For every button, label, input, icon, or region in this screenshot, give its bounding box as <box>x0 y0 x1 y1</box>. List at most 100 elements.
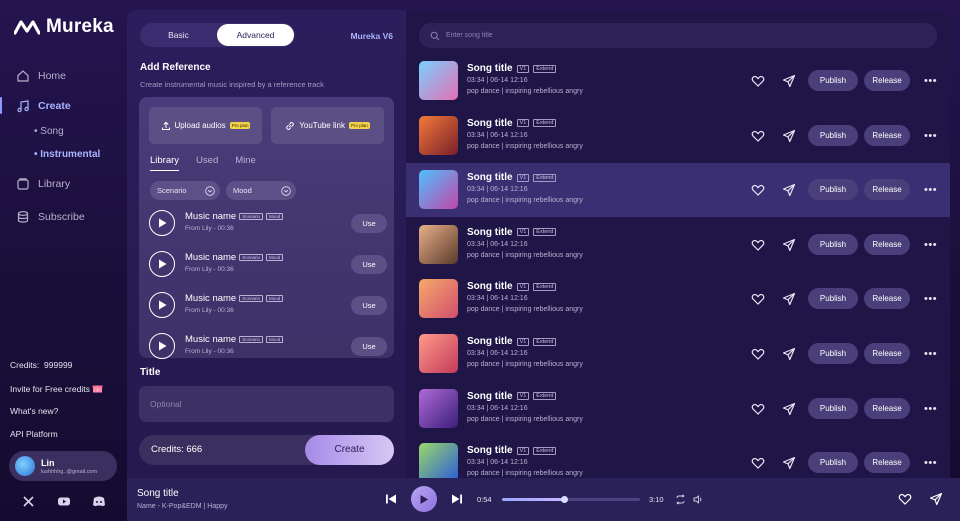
extend-badge[interactable]: Extend <box>533 64 557 73</box>
logo[interactable]: Mureka <box>14 16 114 38</box>
heart-icon[interactable] <box>898 492 912 506</box>
send-icon[interactable] <box>782 456 796 470</box>
more-icon[interactable]: ••• <box>924 403 937 415</box>
publish-button[interactable]: Publish <box>808 124 858 146</box>
sidebar-item-library[interactable]: Library <box>16 177 70 191</box>
release-button[interactable]: Release <box>864 179 910 201</box>
more-icon[interactable]: ••• <box>924 293 937 305</box>
publish-button[interactable]: Publish <box>808 452 858 474</box>
song-cover[interactable] <box>419 388 458 428</box>
send-icon[interactable] <box>782 292 796 306</box>
use-button[interactable]: Use <box>351 214 387 233</box>
song-row[interactable]: Song title V1 Extend 03:34 | 06-14 12:16 pop… <box>406 109 950 163</box>
release-button[interactable]: Release <box>864 124 910 146</box>
search-input[interactable]: Enter song title <box>419 23 937 48</box>
mode-basic-button[interactable]: Basic <box>140 24 217 46</box>
send-icon[interactable] <box>782 183 796 197</box>
discord-icon[interactable] <box>92 495 105 508</box>
release-button[interactable]: Release <box>864 288 910 310</box>
song-row[interactable]: Song title V1 Extend 03:34 | 06-14 12:16 pop… <box>406 163 950 218</box>
sidebar-item-create[interactable]: Create <box>16 99 71 113</box>
extend-badge[interactable]: Extend <box>533 392 557 401</box>
api-platform-link[interactable]: API Platform <box>10 429 58 439</box>
publish-button[interactable]: Publish <box>808 397 858 419</box>
song-cover[interactable] <box>419 334 458 373</box>
send-icon[interactable] <box>782 238 796 252</box>
tab-used[interactable]: Used <box>196 155 218 171</box>
volume-icon[interactable] <box>693 494 704 505</box>
publish-button[interactable]: Publish <box>808 343 858 364</box>
publish-button[interactable]: Publish <box>808 233 858 255</box>
x-icon[interactable] <box>22 495 35 508</box>
song-row[interactable]: Song title V1 Extend 03:34 | 06-14 12:16 pop… <box>406 218 950 272</box>
send-icon[interactable] <box>782 129 796 143</box>
progress-bar[interactable] <box>502 496 640 503</box>
user-card[interactable]: Lin lushhhhg..@gmail.com <box>9 451 117 481</box>
invite-link[interactable]: Invite for Free credits <box>10 383 103 394</box>
sidebar-item-home[interactable]: Home <box>16 69 66 83</box>
song-row[interactable]: Song title V1 Extend 03:34 | 06-14 12:16 pop… <box>406 382 950 436</box>
upload-audios-button[interactable]: Upload audios Pro plan <box>149 107 262 144</box>
mode-advanced-button[interactable]: Advanced <box>217 24 294 46</box>
song-row[interactable]: Song title V1 Extend 03:34 | 06-14 12:16 pop… <box>406 436 950 478</box>
song-row[interactable]: Song title V1 Extend 03:34 | 06-14 12:16 pop… <box>406 54 950 108</box>
song-row[interactable]: Song title V1 Extend 03:34 | 06-14 12:16 pop… <box>406 272 950 326</box>
send-icon[interactable] <box>782 402 796 416</box>
release-button[interactable]: Release <box>864 343 910 364</box>
previous-icon[interactable] <box>385 493 397 505</box>
song-cover[interactable] <box>419 224 458 264</box>
model-version[interactable]: Mureka V6 <box>350 31 393 41</box>
play-button[interactable] <box>149 292 175 318</box>
song-cover[interactable] <box>419 443 458 478</box>
more-icon[interactable]: ••• <box>924 239 937 251</box>
extend-badge[interactable]: Extend <box>533 228 557 237</box>
release-button[interactable]: Release <box>864 70 910 91</box>
title-input[interactable]: Optional <box>139 386 394 422</box>
youtube-link-button[interactable]: YouTube link Pro plan <box>271 107 384 144</box>
extend-badge[interactable]: Extend <box>533 119 557 128</box>
sidebar-item-subscribe[interactable]: Subscribe <box>16 210 85 224</box>
extend-badge[interactable]: Extend <box>533 282 557 291</box>
use-button[interactable]: Use <box>351 255 387 274</box>
publish-button[interactable]: Publish <box>808 179 858 201</box>
extend-badge[interactable]: Extend <box>533 173 557 182</box>
heart-icon[interactable] <box>751 347 765 361</box>
sidebar-subitem-instrumental[interactable]: • Instrumental <box>34 149 100 160</box>
release-button[interactable]: Release <box>864 452 910 474</box>
extend-badge[interactable]: Extend <box>533 337 557 346</box>
tab-library[interactable]: Library <box>150 155 180 171</box>
publish-button[interactable]: Publish <box>808 288 858 310</box>
play-button[interactable] <box>149 251 175 277</box>
song-cover[interactable] <box>419 279 458 319</box>
next-icon[interactable] <box>451 493 463 505</box>
heart-icon[interactable] <box>751 292 765 306</box>
play-button[interactable] <box>149 210 175 236</box>
heart-icon[interactable] <box>751 456 765 470</box>
release-button[interactable]: Release <box>864 397 910 419</box>
youtube-icon[interactable] <box>57 495 70 508</box>
use-button[interactable]: Use <box>351 337 387 356</box>
more-icon[interactable]: ••• <box>924 457 937 469</box>
extend-badge[interactable]: Extend <box>533 446 557 455</box>
send-icon[interactable] <box>782 74 796 88</box>
use-button[interactable]: Use <box>351 296 387 315</box>
more-icon[interactable]: ••• <box>924 348 937 360</box>
whats-new-link[interactable]: What's new? <box>10 406 58 416</box>
heart-icon[interactable] <box>751 129 765 143</box>
player-play-button[interactable] <box>411 486 437 512</box>
more-icon[interactable]: ••• <box>924 184 937 196</box>
more-icon[interactable]: ••• <box>924 130 937 142</box>
send-icon[interactable] <box>929 492 943 506</box>
tab-mine[interactable]: Mine <box>235 155 256 171</box>
song-cover[interactable] <box>419 170 458 210</box>
publish-button[interactable]: Publish <box>808 70 858 91</box>
heart-icon[interactable] <box>751 74 765 88</box>
send-icon[interactable] <box>782 347 796 361</box>
song-cover[interactable] <box>419 61 458 100</box>
mood-filter[interactable]: Mood <box>226 181 296 200</box>
repeat-icon[interactable] <box>675 494 686 505</box>
sidebar-subitem-song[interactable]: • Song <box>34 126 64 137</box>
scenario-filter[interactable]: Scenario <box>150 181 220 200</box>
more-icon[interactable]: ••• <box>924 75 937 87</box>
play-button[interactable] <box>149 333 175 359</box>
